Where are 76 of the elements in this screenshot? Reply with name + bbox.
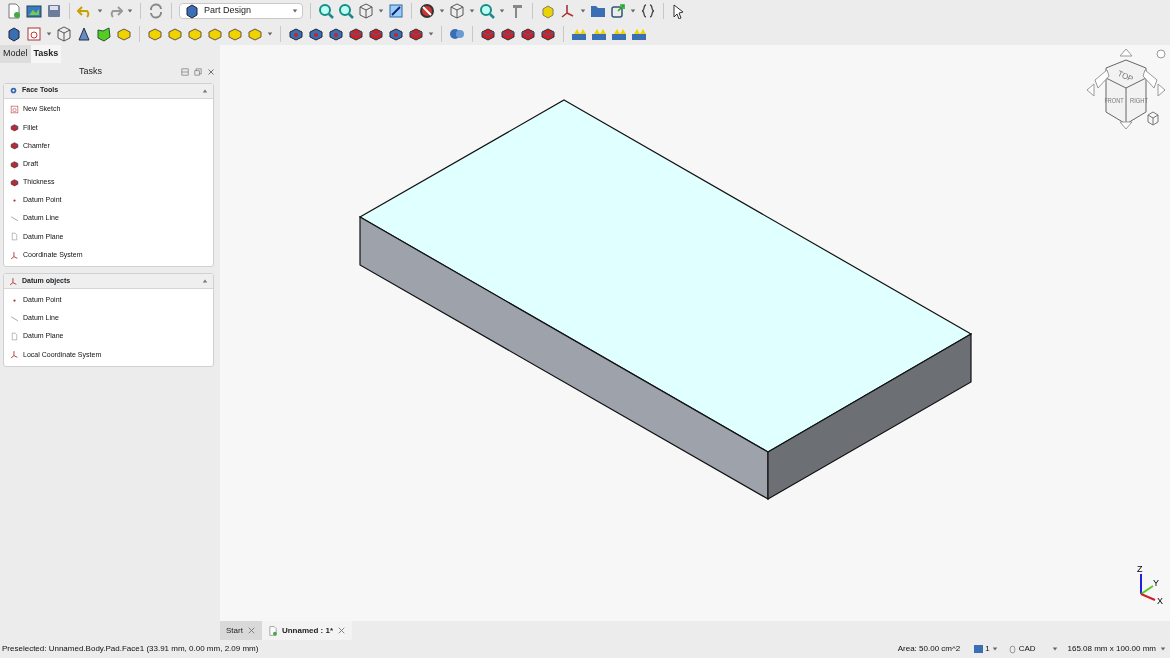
close-icon[interactable] [337, 626, 347, 635]
body-icon[interactable] [6, 25, 22, 42]
zoom-icon[interactable] [479, 3, 495, 19]
line-icon [10, 214, 19, 224]
dropdown-caret-icon[interactable] [378, 8, 384, 14]
refresh-icon[interactable] [148, 3, 164, 19]
collapse-caret-icon[interactable] [202, 87, 208, 94]
folder-icon[interactable] [590, 3, 606, 19]
zoom-icon[interactable] [318, 3, 334, 19]
triangle-down-icon[interactable] [1119, 121, 1133, 130]
dropdown-caret-icon [991, 646, 998, 652]
dropdown-caret-icon [1051, 646, 1058, 652]
rotate-arrow-icon[interactable] [1094, 69, 1110, 89]
cube-face-label[interactable]: TOP [1116, 68, 1135, 84]
solid-feature-icon [10, 177, 19, 187]
dropdown-caret-icon[interactable] [127, 8, 133, 14]
solid-feature-icon [10, 141, 19, 151]
panel-tab[interactable]: Tasks [30, 45, 62, 63]
document-tab[interactable]: Start [220, 621, 262, 640]
mouse-icon [1007, 644, 1017, 654]
axes-icon[interactable] [560, 3, 576, 19]
dropdown-caret-icon[interactable] [97, 8, 103, 14]
macro-braces-icon[interactable] [640, 3, 656, 19]
dropdown-caret-icon[interactable] [46, 30, 52, 37]
dropdown-caret-icon[interactable] [580, 8, 586, 14]
cube-icon[interactable] [358, 3, 374, 19]
document-tab[interactable]: Unnamed : 1* [261, 621, 353, 640]
zoom-icon[interactable] [338, 3, 354, 19]
rotate-arrow-icon[interactable] [1142, 69, 1158, 89]
sketch-icon [10, 105, 19, 115]
triangle-left-icon[interactable] [1086, 83, 1095, 97]
dropdown-caret-icon[interactable] [469, 8, 475, 14]
dropdown-caret-icon[interactable] [439, 8, 445, 14]
cube-icon[interactable] [56, 25, 72, 42]
plane-icon [10, 332, 19, 342]
document-icon [267, 625, 278, 636]
export-icon[interactable] [610, 3, 626, 19]
axes-icon [9, 276, 18, 286]
axis-label: Z [1137, 564, 1143, 574]
dropdown-caret-icon [292, 8, 298, 14]
dropdown-caret-icon[interactable] [630, 8, 636, 14]
axis-label: X [1157, 596, 1163, 606]
zoom-box-icon[interactable] [388, 3, 404, 19]
dropdown-caret-icon[interactable] [499, 8, 505, 14]
workbench-selector[interactable]: Part Design [179, 3, 303, 19]
dimension-selector[interactable]: 165.08 mm x 100.00 mm [1067, 643, 1166, 655]
triangle-right-icon[interactable] [1157, 83, 1166, 97]
status-message: Preselected: Unnamed.Body.Pad.Face1 (33.91 mm, 0.00 mm, 2.09 mm) [2, 643, 260, 655]
cube-icon[interactable] [449, 3, 465, 19]
close-icon[interactable] [206, 66, 216, 77]
navigation-style-selector[interactable]: CAD [1007, 643, 1058, 655]
dropdown-caret-icon[interactable] [267, 30, 273, 37]
float-icon[interactable] [193, 66, 203, 77]
line-icon [10, 313, 19, 323]
pad-solid-drawing[interactable] [358, 99, 973, 501]
layer-selector[interactable]: 1 [974, 643, 998, 655]
save-icon[interactable] [46, 3, 62, 19]
menu-circle-icon[interactable] [1156, 49, 1166, 59]
axis-label: Y [1153, 578, 1159, 588]
axes-icon [10, 350, 19, 360]
solid-feature-icon [10, 159, 19, 169]
sketch-icon[interactable] [26, 25, 42, 42]
solid-feature-icon [10, 123, 19, 133]
body-icon [184, 3, 200, 19]
new-document-icon[interactable] [6, 3, 22, 19]
close-icon[interactable] [246, 626, 256, 635]
panel-title: Tasks [78, 64, 103, 78]
triangle-up-icon[interactable] [1119, 48, 1133, 57]
panel-tab[interactable]: Model [0, 45, 31, 63]
dropdown-caret-icon [1160, 646, 1166, 652]
axes-icon [10, 250, 19, 260]
collapse-caret-icon[interactable] [202, 278, 208, 285]
cube-icon[interactable] [1147, 111, 1159, 126]
area-readout: Area: 50.00 cm^2 [897, 643, 961, 655]
dropdown-caret-icon[interactable] [428, 30, 434, 37]
plane-icon [10, 232, 19, 242]
